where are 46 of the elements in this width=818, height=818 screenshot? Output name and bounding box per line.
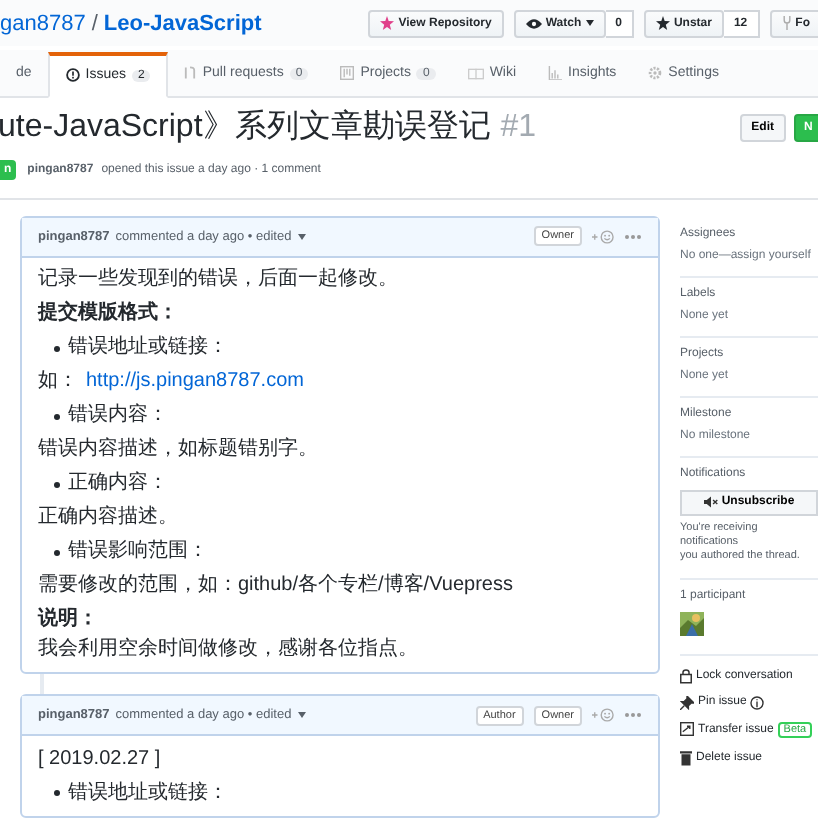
bullet-icon <box>54 413 60 419</box>
trash-icon <box>680 749 692 765</box>
settings-icon <box>648 66 663 81</box>
more-options-icon[interactable] <box>624 712 642 718</box>
pull-request-icon <box>184 66 197 81</box>
comment-text: 我会利用空余时间做修改，感谢各位指点。 <box>38 637 420 663</box>
star-icon <box>380 16 395 31</box>
lock-icon <box>680 667 692 683</box>
url-link[interactable]: http://js.pingan8787.com <box>86 370 304 394</box>
transfer-icon <box>680 722 694 736</box>
bullet-icon <box>54 345 60 351</box>
mute-icon <box>703 496 718 508</box>
comment-text: [ 2019.02.27 ] <box>38 745 163 773</box>
list-item-text: 错误内容： <box>68 404 168 428</box>
star-icon <box>655 16 670 31</box>
list-item-text: 正确内容： <box>68 472 168 496</box>
bar-graph-icon <box>548 66 563 81</box>
path-separator: / <box>91 11 98 36</box>
eye-icon <box>525 17 542 30</box>
comment-heading: 提交模版格式： <box>38 298 180 328</box>
caret-icon[interactable] <box>297 712 306 718</box>
comment-text: 记录一些发现到的错误，后面一起修改。 <box>38 265 400 294</box>
comment-text: 需要修改的范围，如：github/各个专栏/博客/Vuepress <box>38 571 515 600</box>
list-item-text: 错误影响范围： <box>68 540 208 564</box>
list-item-text: 错误地址或链接： <box>68 336 228 360</box>
issue-icon <box>65 68 80 83</box>
bullet-icon <box>54 481 60 487</box>
comment-text: 正确内容描述。 <box>38 503 180 532</box>
project-board-icon <box>340 66 355 81</box>
pin-icon <box>680 695 694 709</box>
issue-title: ute-JavaScript》系列文章勘误登记 <box>0 107 491 149</box>
issue-number: #1 <box>500 109 537 146</box>
comment-text: 如： <box>38 370 78 394</box>
fork-icon <box>781 16 792 31</box>
repo-name-link[interactable]: Leo-JavaScript <box>103 11 262 36</box>
list-item-text: 错误地址或链接： <box>68 781 228 805</box>
comment-text: 错误内容描述，如标题错别字。 <box>38 435 320 464</box>
comment-heading: 说明： <box>38 605 100 634</box>
bullet-icon <box>54 790 60 796</box>
info-icon[interactable] <box>750 695 765 709</box>
caret-icon[interactable] <box>297 233 306 239</box>
bullet-icon <box>54 549 60 555</box>
more-options-icon[interactable] <box>624 233 642 239</box>
repo-owner-link[interactable]: gan8787 <box>0 11 86 36</box>
book-icon <box>467 67 484 80</box>
caret-icon <box>585 20 594 27</box>
